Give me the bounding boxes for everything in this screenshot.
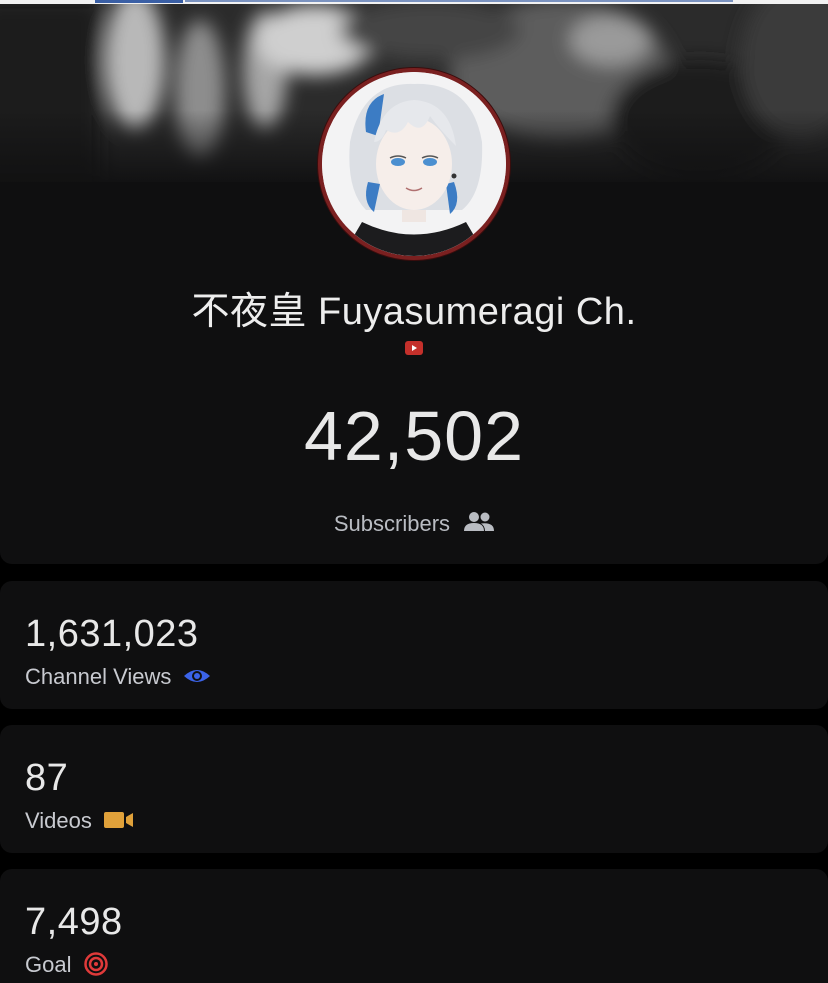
stat-card-videos: 87 Videos [0, 725, 828, 853]
video-camera-icon [104, 812, 133, 829]
channel-name: 不夜皇 Fuyasumeragi Ch. [191, 291, 637, 333]
subscriber-label: Subscribers [333, 511, 451, 537]
progress-segment [95, 0, 183, 3]
profile-card: 不夜皇 Fuyasumeragi Ch. 42,502 Subscribers [0, 0, 828, 564]
target-icon [83, 952, 108, 976]
stat-value: 1,631,023 [25, 613, 199, 655]
stat-card-channel-views: 1,631,023 Channel Views [0, 581, 828, 709]
progress-segment [185, 0, 733, 2]
stat-label: Videos [25, 808, 92, 833]
stat-label-row: Videos [25, 808, 134, 834]
channel-stats-page: 不夜皇 Fuyasumeragi Ch. 42,502 Subscribers … [0, 0, 828, 983]
stat-card-goal: 7,498 Goal [0, 869, 828, 983]
subscriber-label-row: Subscribers [0, 510, 828, 537]
avatar-ring[interactable] [318, 68, 510, 260]
users-icon [464, 512, 495, 532]
youtube-icon[interactable] [405, 341, 423, 355]
stat-label: Goal [25, 952, 72, 977]
eye-icon [184, 670, 211, 683]
avatar[interactable] [322, 72, 506, 256]
stat-value: 7,498 [25, 901, 123, 943]
stat-label: Channel Views [25, 664, 172, 689]
subscriber-count: 42,502 [303, 397, 525, 475]
stat-label-row: Channel Views [25, 664, 211, 690]
avatar-image [322, 72, 506, 256]
stat-value: 87 [25, 757, 69, 799]
top-progress-strip [0, 0, 828, 4]
stat-label-row: Goal [25, 952, 108, 978]
